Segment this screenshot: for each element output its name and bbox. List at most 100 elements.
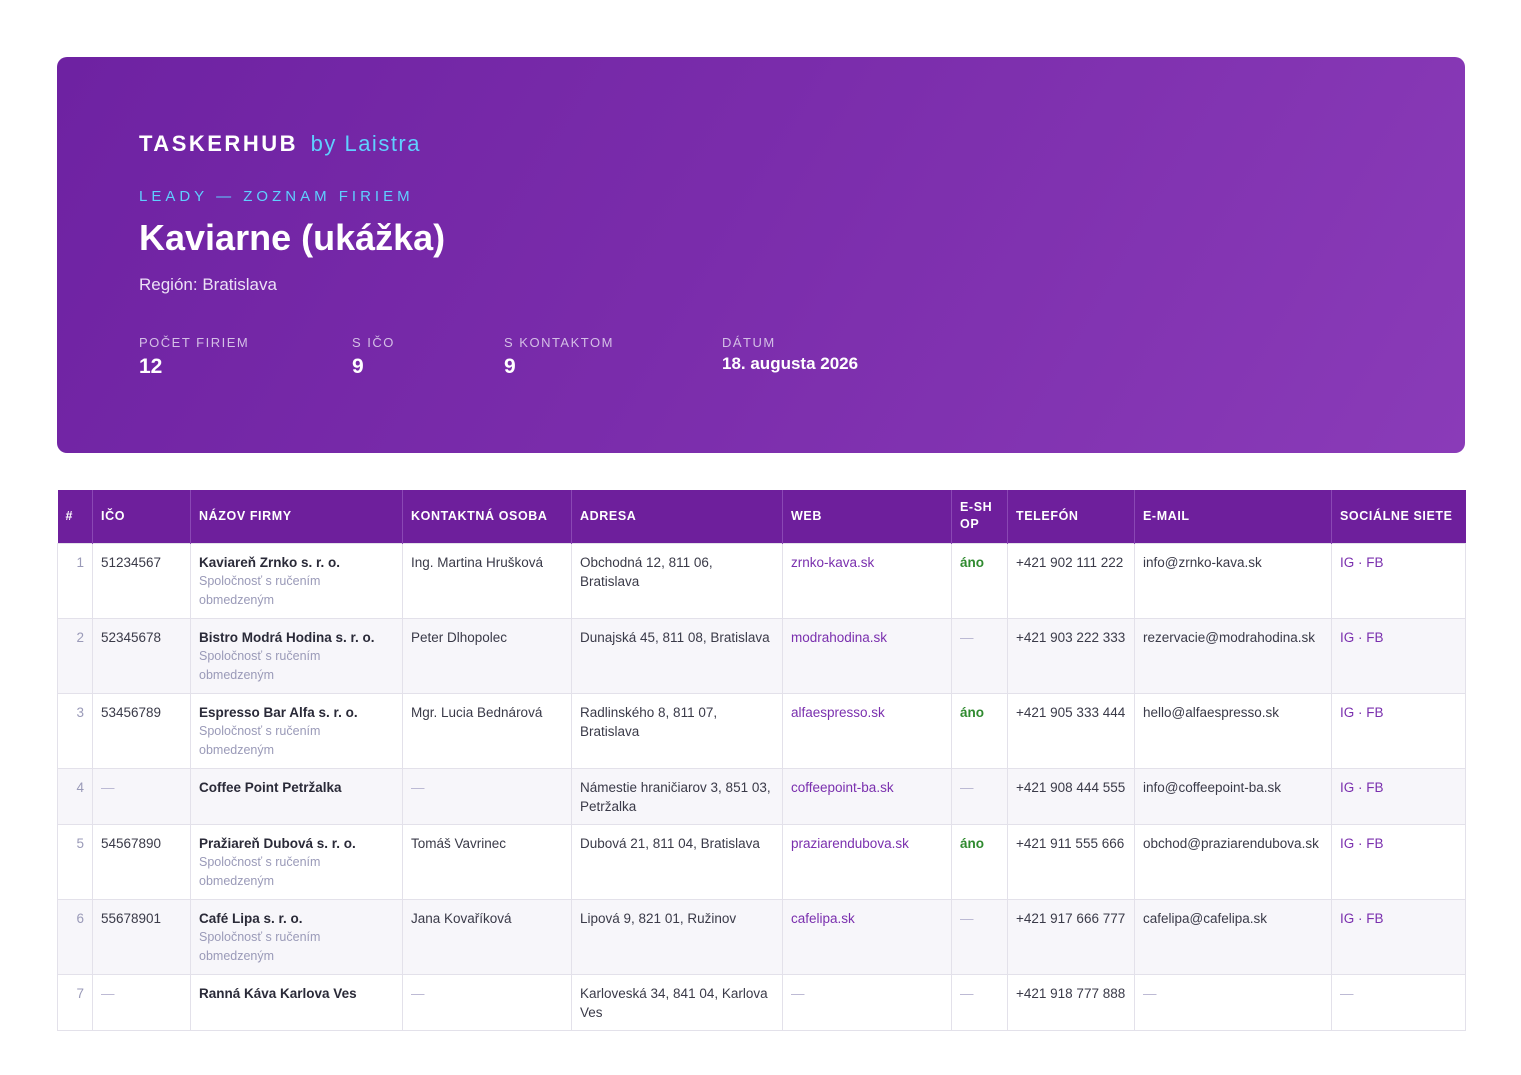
- email-cell[interactable]: obchod@praziarendubova.sk: [1134, 823, 1332, 900]
- row-number: 2: [57, 617, 93, 694]
- email-cell[interactable]: info@zrnko-kava.sk: [1134, 542, 1332, 619]
- web-link-text[interactable]: cafelipa.sk: [791, 911, 855, 926]
- web-link[interactable]: alfaespresso.sk: [782, 692, 952, 769]
- stat-label: S IČO: [352, 335, 395, 350]
- web-link[interactable]: coffeepoint-ba.sk: [782, 767, 952, 825]
- column-header-contact[interactable]: KONTAKTNÁ OSOBA: [402, 490, 572, 543]
- table-row[interactable]: 3 53456789 Espresso Bar Alfa s. r. o. Spolo…: [57, 692, 1466, 769]
- email-cell-text[interactable]: cafelipa@cafelipa.sk: [1143, 911, 1267, 926]
- column-header-company[interactable]: NÁZOV FIRMY: [190, 490, 403, 543]
- web-link: —: [782, 973, 952, 1031]
- row-number: 3: [57, 692, 93, 769]
- column-header-number[interactable]: #: [57, 490, 93, 543]
- social-links[interactable]: IG · FB: [1331, 767, 1466, 825]
- address-cell: Dunajská 45, 811 08, Bratislava: [571, 617, 783, 694]
- phone-cell: +421 911 555 666: [1007, 823, 1135, 900]
- address-cell: Obchodná 12, 811 06, Bratislava: [571, 542, 783, 619]
- email-cell-text[interactable]: info@coffeepoint-ba.sk: [1143, 780, 1281, 795]
- stat-label: DÁTUM: [722, 335, 776, 350]
- web-link-text[interactable]: coffeepoint-ba.sk: [791, 780, 894, 795]
- company-legal-form: Spoločnosť s ručením obmedzeným: [199, 723, 321, 757]
- ico-cell: 54567890: [92, 823, 191, 900]
- social-links-text[interactable]: IG · FB: [1340, 705, 1384, 720]
- stat-value: 9: [504, 355, 516, 378]
- web-link-text[interactable]: modrahodina.sk: [791, 630, 887, 645]
- contact-cell-text: Ing. Martina Hrušková: [411, 554, 544, 570]
- email-cell[interactable]: hello@alfaespresso.sk: [1134, 692, 1332, 769]
- social-links[interactable]: IG · FB: [1331, 898, 1466, 975]
- web-link[interactable]: zrnko-kava.sk: [782, 542, 952, 619]
- social-links-text[interactable]: IG · FB: [1340, 780, 1384, 795]
- company-legal-form: Spoločnosť s ručením obmedzeným: [199, 854, 321, 888]
- email-cell[interactable]: info@coffeepoint-ba.sk: [1134, 767, 1332, 825]
- social-links[interactable]: IG · FB: [1331, 692, 1466, 769]
- phone-cell-text: +421 917 666 777: [1016, 910, 1126, 926]
- column-header-email[interactable]: E-MAIL: [1134, 490, 1332, 543]
- column-header-ico[interactable]: IČO: [92, 490, 191, 543]
- address-cell-text: Námestie hraničiarov 3, 851 03, Petržalk…: [580, 779, 771, 814]
- table-body: 1 51234567 Kaviareň Zrnko s. r. o. Spoločno…: [57, 542, 1466, 1031]
- social-links[interactable]: IG · FB: [1331, 542, 1466, 619]
- leads-table-wrapper: # IČO NÁZOV FIRMY KONTAKTNÁ OSOBA ADRESA…: [57, 490, 1466, 1031]
- contact-cell: —: [402, 973, 572, 1031]
- eshop-cell: áno: [951, 692, 1008, 769]
- web-link-text[interactable]: alfaespresso.sk: [791, 705, 885, 720]
- phone-cell: +421 905 333 444: [1007, 692, 1135, 769]
- email-cell-text[interactable]: info@zrnko-kava.sk: [1143, 555, 1262, 570]
- column-header-web[interactable]: WEB: [782, 490, 952, 543]
- column-header-address[interactable]: ADRESA: [571, 490, 783, 543]
- company-cell: Pražiareň Dubová s. r. o. Spoločnosť s ru…: [190, 823, 403, 900]
- table-row[interactable]: 4 — Coffee Point Petržalka — Námestie hranič…: [57, 767, 1466, 825]
- phone-cell: +421 903 222 333: [1007, 617, 1135, 694]
- email-cell-text[interactable]: obchod@praziarendubova.sk: [1143, 836, 1319, 851]
- email-cell-text: —: [1143, 985, 1157, 1001]
- social-links[interactable]: IG · FB: [1331, 823, 1466, 900]
- web-link[interactable]: cafelipa.sk: [782, 898, 952, 975]
- email-cell[interactable]: rezervacie@modrahodina.sk: [1134, 617, 1332, 694]
- row-number-text: 3: [76, 704, 84, 720]
- row-number-text: 4: [76, 779, 84, 795]
- company-name: Bistro Modrá Hodina s. r. o.: [199, 629, 375, 645]
- table-row[interactable]: 5 54567890 Pražiareň Dubová s. r. o. Spoloč…: [57, 823, 1466, 900]
- table-row[interactable]: 7 — Ranná Káva Karlova Ves — Karloveská 34, …: [57, 973, 1466, 1031]
- web-link[interactable]: praziarendubova.sk: [782, 823, 952, 900]
- column-header-eshop[interactable]: E-SHOP: [951, 490, 1008, 543]
- table-row[interactable]: 2 52345678 Bistro Modrá Hodina s. r. o. Spo…: [57, 617, 1466, 694]
- row-number-text: 5: [76, 835, 84, 851]
- address-cell: Námestie hraničiarov 3, 851 03, Petržalk…: [571, 767, 783, 825]
- phone-cell-text: +421 903 222 333: [1016, 629, 1126, 645]
- stat-label: S KONTAKTOM: [504, 335, 614, 350]
- email-cell[interactable]: cafelipa@cafelipa.sk: [1134, 898, 1332, 975]
- row-number-text: 1: [76, 554, 84, 570]
- brand-by: by Laistra: [310, 131, 421, 156]
- social-links-text[interactable]: IG · FB: [1340, 836, 1384, 851]
- table-row[interactable]: 6 55678901 Café Lipa s. r. o. Spoločnosť s …: [57, 898, 1466, 975]
- row-number-text: 6: [76, 910, 84, 926]
- web-link[interactable]: modrahodina.sk: [782, 617, 952, 694]
- stat-label: POČET FIRIEM: [139, 335, 250, 350]
- ico-cell-text: 51234567: [101, 554, 162, 570]
- eshop-cell: —: [951, 767, 1008, 825]
- company-name: Coffee Point Petržalka: [199, 779, 342, 795]
- stat-value: 9: [352, 355, 364, 378]
- address-cell: Lipová 9, 821 01, Ružinov: [571, 898, 783, 975]
- social-links-text[interactable]: IG · FB: [1340, 911, 1384, 926]
- stat-value: 18. augusta 2026: [722, 354, 859, 373]
- social-links[interactable]: IG · FB: [1331, 617, 1466, 694]
- web-link-text[interactable]: praziarendubova.sk: [791, 836, 909, 851]
- phone-cell: +421 902 111 222: [1007, 542, 1135, 619]
- column-header-phone[interactable]: TELEFÓN: [1007, 490, 1135, 543]
- social-links-text[interactable]: IG · FB: [1340, 555, 1384, 570]
- social-links-text[interactable]: IG · FB: [1340, 630, 1384, 645]
- email-cell-text[interactable]: hello@alfaespresso.sk: [1143, 705, 1279, 720]
- eshop-cell-text: —: [960, 985, 974, 1001]
- column-header-social[interactable]: SOCIÁLNE SIETE: [1331, 490, 1466, 543]
- email-cell-text[interactable]: rezervacie@modrahodina.sk: [1143, 630, 1315, 645]
- web-link-text[interactable]: zrnko-kava.sk: [791, 555, 874, 570]
- contact-cell-text: Tomáš Vavrinec: [411, 835, 507, 851]
- company-cell: Espresso Bar Alfa s. r. o. Spoločnosť s r…: [190, 692, 403, 769]
- stat-with-ico: S IČO 9: [352, 335, 395, 379]
- table-row[interactable]: 1 51234567 Kaviareň Zrnko s. r. o. Spoločno…: [57, 542, 1466, 619]
- eshop-cell-text: áno: [960, 704, 985, 720]
- ico-cell-text: 55678901: [101, 910, 162, 926]
